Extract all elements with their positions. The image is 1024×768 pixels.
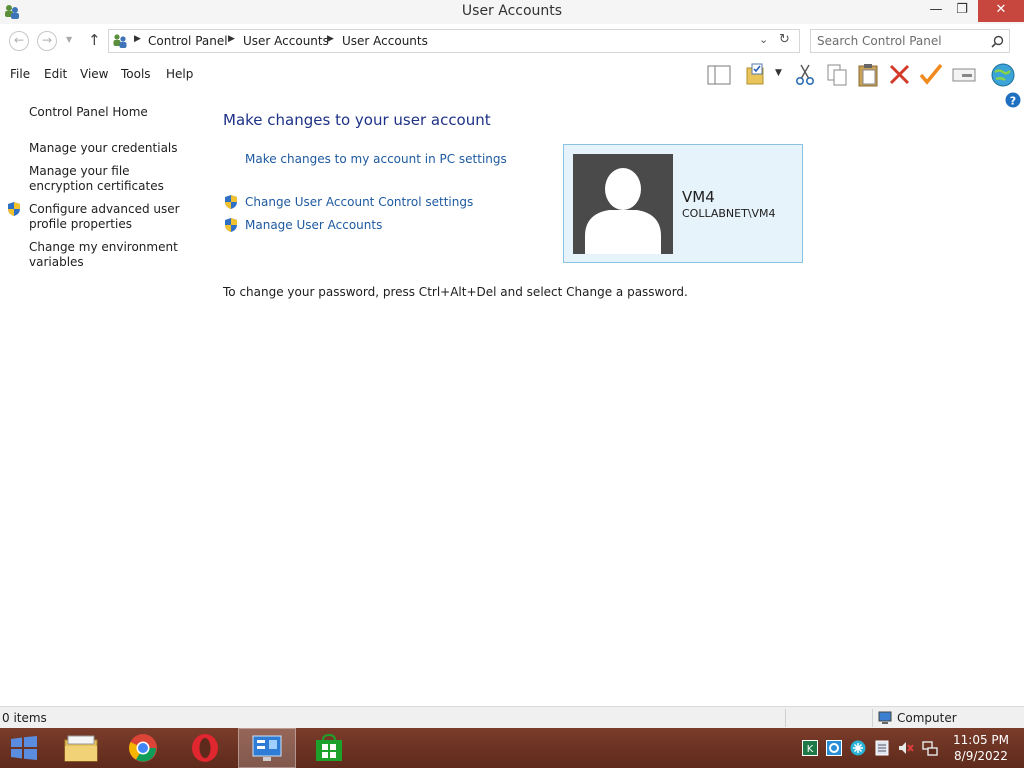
breadcrumb-control-panel[interactable]: Control Panel — [148, 34, 228, 48]
windows-logo-icon — [11, 736, 37, 760]
account-domain: COLLABNET\VM4 — [682, 207, 776, 220]
sidebar-item-environment-variables[interactable]: Change my environment variables — [29, 240, 194, 270]
taskbar-opera[interactable] — [176, 728, 234, 768]
taskbar: K 11:05 PM 8/9/2022 — [0, 728, 1024, 768]
sidebar-item-control-panel-home[interactable]: Control Panel Home — [29, 105, 194, 120]
breadcrumb-separator-icon: ▶ — [327, 34, 334, 44]
status-bar: 0 items Computer — [0, 706, 1024, 728]
uac-shield-icon — [225, 195, 237, 209]
help-icon[interactable]: ? — [1005, 92, 1021, 108]
start-button[interactable] — [0, 728, 58, 768]
control-panel-icon — [113, 34, 127, 48]
opera-icon — [192, 734, 218, 762]
back-arrow-icon: ← — [13, 33, 25, 47]
volume-muted-icon[interactable] — [898, 740, 914, 756]
taskbar-clock[interactable]: 11:05 PM 8/9/2022 — [948, 732, 1014, 764]
manage-user-accounts-link[interactable]: Manage User Accounts — [245, 218, 382, 232]
control-panel-icon — [252, 735, 282, 761]
sidebar-item-manage-credentials[interactable]: Manage your credentials — [29, 141, 194, 156]
window-title: User Accounts — [461, 3, 563, 19]
up-arrow-icon[interactable]: ↑ — [88, 31, 101, 49]
chrome-icon — [129, 734, 157, 762]
tray-network-app-icon[interactable] — [850, 740, 866, 756]
properties-icon[interactable] — [951, 62, 977, 88]
delete-icon[interactable] — [887, 62, 913, 88]
sidebar-item-file-encryption-certificates[interactable]: Manage your file encryption certificates — [29, 164, 194, 194]
menu-view[interactable]: View — [80, 67, 108, 81]
tray-app-icon[interactable]: K — [802, 740, 818, 756]
tray-sync-icon[interactable] — [826, 740, 842, 756]
menu-help[interactable]: Help — [166, 67, 193, 81]
paste-icon[interactable] — [855, 62, 881, 88]
menu-tools[interactable]: Tools — [121, 67, 151, 81]
checkmark-icon[interactable] — [918, 62, 944, 88]
page-title: Make changes to your user account — [223, 111, 491, 129]
address-dropdown-chevron-icon[interactable]: ⌄ — [759, 33, 768, 46]
forward-button[interactable]: → — [37, 31, 57, 51]
folder-options-dropdown-icon[interactable]: ▼ — [775, 68, 782, 78]
clock-date: 8/9/2022 — [954, 749, 1008, 763]
folder-options-icon[interactable] — [744, 62, 770, 88]
pc-settings-link[interactable]: Make changes to my account in PC setting… — [245, 152, 507, 166]
status-divider — [785, 709, 786, 727]
search-field[interactable] — [810, 29, 1010, 53]
store-icon — [316, 734, 342, 761]
network-icon[interactable] — [922, 740, 938, 756]
items-count: 0 items — [2, 711, 47, 725]
svg-text:?: ? — [1010, 95, 1016, 108]
breadcrumb-separator-icon: ▶ — [228, 34, 235, 44]
globe-icon[interactable] — [990, 62, 1016, 88]
title-bar[interactable]: User Accounts — ❐ ✕ — [0, 0, 1024, 24]
uac-shield-icon — [8, 202, 20, 216]
taskbar-chrome[interactable] — [114, 728, 172, 768]
uac-shield-icon — [225, 218, 237, 232]
restore-button[interactable]: ❐ — [946, 0, 978, 22]
back-button[interactable]: ← — [9, 31, 29, 51]
breadcrumb-user-accounts[interactable]: User Accounts — [243, 34, 329, 48]
forward-arrow-icon: → — [41, 33, 53, 47]
taskbar-control-panel[interactable] — [238, 728, 296, 768]
svg-text:K: K — [807, 744, 814, 755]
address-row: ← → ▼ ↑ ▶ Control Panel ▶ User Accounts … — [0, 26, 1024, 56]
menu-edit[interactable]: Edit — [44, 67, 67, 81]
breadcrumb-user-accounts-current[interactable]: User Accounts — [342, 34, 428, 48]
avatar — [573, 154, 673, 254]
user-accounts-window: User Accounts — ❐ ✕ ← → ▼ ↑ ▶ Control Pa… — [0, 0, 1024, 728]
default-user-icon — [585, 168, 661, 254]
account-name: VM4 — [682, 188, 715, 206]
account-card: VM4 COLLABNET\VM4 — [563, 144, 803, 263]
close-button[interactable]: ✕ — [978, 0, 1024, 22]
clock-time: 11:05 PM — [953, 733, 1009, 747]
taskbar-store[interactable] — [300, 728, 358, 768]
tray-display-icon[interactable] — [874, 740, 890, 756]
search-icon[interactable] — [991, 35, 1004, 48]
password-note: To change your password, press Ctrl+Alt+… — [223, 285, 688, 299]
status-divider — [872, 709, 873, 727]
file-explorer-icon — [64, 735, 98, 762]
refresh-icon[interactable]: ↻ — [779, 32, 790, 47]
menu-file[interactable]: File — [10, 67, 30, 81]
status-location: Computer — [897, 711, 957, 725]
computer-icon — [878, 711, 892, 724]
sidebar-item-advanced-profile-properties[interactable]: Configure advanced user profile properti… — [29, 202, 194, 232]
search-input[interactable] — [817, 31, 987, 51]
address-bar[interactable]: ▶ Control Panel ▶ User Accounts ▶ User A… — [108, 29, 800, 53]
copy-icon[interactable] — [824, 62, 850, 88]
uac-settings-link[interactable]: Change User Account Control settings — [245, 195, 473, 209]
breadcrumb-separator-icon: ▶ — [134, 34, 141, 44]
taskbar-file-explorer[interactable] — [52, 728, 110, 768]
cut-icon[interactable] — [792, 62, 818, 88]
recent-locations-chevron-icon[interactable]: ▼ — [66, 35, 72, 44]
preview-pane-icon[interactable] — [706, 62, 732, 88]
